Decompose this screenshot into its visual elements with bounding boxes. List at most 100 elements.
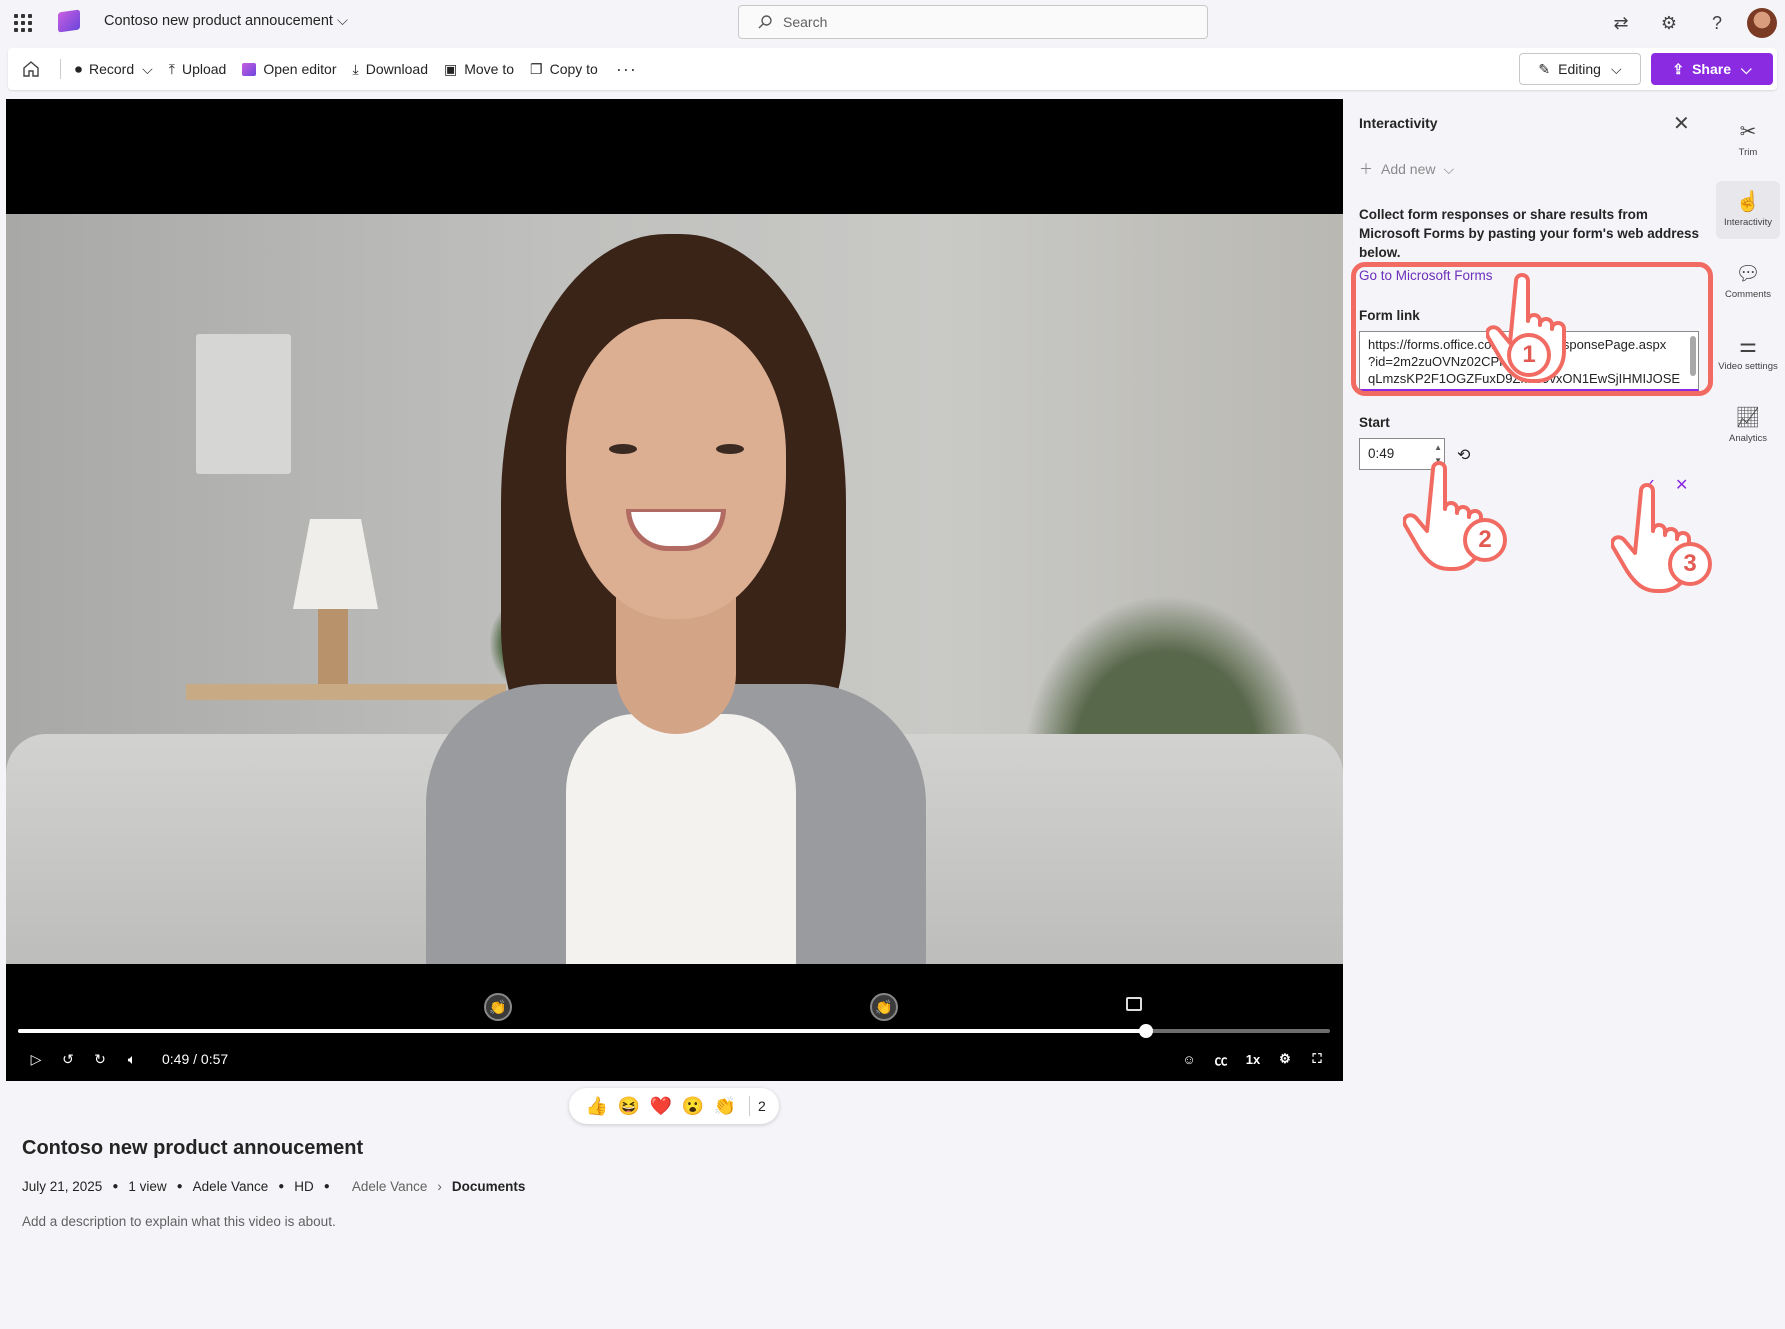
- settings-icon[interactable]: ⚙: [1269, 1051, 1301, 1067]
- add-new-button[interactable]: ＋ Add new ⌵: [1359, 159, 1454, 179]
- panel-description: Collect form responses or share results …: [1359, 207, 1700, 260]
- upload-date: July 21, 2025: [22, 1179, 103, 1194]
- home-icon: [23, 61, 39, 77]
- share-button[interactable]: ⇪ Share ⌵: [1651, 53, 1773, 85]
- feedback-icon[interactable]: ⇄: [1597, 3, 1645, 43]
- scene-lamp: [293, 519, 378, 609]
- move-to-button[interactable]: ▣ Move to: [436, 53, 522, 85]
- start-label: Start: [1359, 415, 1390, 430]
- speaker-coach-icon[interactable]: ☺: [1173, 1052, 1205, 1067]
- rail-item-trim[interactable]: ✂ Trim: [1716, 111, 1780, 169]
- right-rail: ✂ Trim ☝ Interactivity 💬︎ Comments ⚌ Video s…: [1713, 99, 1785, 1081]
- form-marker-icon[interactable]: [1126, 997, 1142, 1011]
- search-box[interactable]: Search: [738, 5, 1208, 39]
- clap-reaction-marker[interactable]: 👏: [484, 993, 512, 1021]
- interactivity-panel: Interactivity ✕ ＋ Add new ⌵ Collect form r…: [1343, 99, 1713, 1081]
- fullscreen-icon[interactable]: ⛶: [1301, 1051, 1333, 1067]
- progress-thumb[interactable]: [1139, 1024, 1154, 1038]
- volume-icon[interactable]: 🔈︎: [116, 1051, 148, 1068]
- toggle-settings-icon: ⚌: [1739, 335, 1757, 357]
- chevron-down-icon: ⌵: [1610, 60, 1622, 77]
- pencil-icon: ✎: [1538, 60, 1551, 77]
- separator-dot: ●: [112, 1181, 119, 1192]
- download-icon: ⤓: [352, 60, 359, 77]
- video-player[interactable]: 👏 👏 ▷ ↺ ↻ 🔈︎ 0:49 / 0:57 ☺ ㏄ 1x ⚙ ⛶: [6, 99, 1343, 1081]
- separator-dot: ●: [323, 1181, 330, 1192]
- chevron-down-icon: ⌵: [336, 13, 348, 29]
- chevron-right-icon: ›: [437, 1179, 442, 1194]
- document-title[interactable]: Contoso new product annoucement ⌵: [104, 13, 348, 29]
- rail-item-comments[interactable]: 💬︎ Comments: [1716, 253, 1780, 311]
- upload-icon: ⤒: [168, 60, 175, 77]
- time-display: 0:49 / 0:57: [162, 1051, 229, 1067]
- rail-item-analytics[interactable]: 📈︎ Analytics: [1716, 397, 1780, 455]
- video-title[interactable]: Contoso new product annoucement: [22, 1137, 363, 1160]
- clipchamp-icon: [242, 62, 257, 76]
- forward-10-icon[interactable]: ↻: [84, 1051, 116, 1068]
- upload-button[interactable]: ⤒ Upload: [161, 53, 235, 85]
- scene-wall-panel: [196, 334, 291, 474]
- player-controls-left: ▷ ↺ ↻ 🔈︎ 0:49 / 0:57: [20, 1045, 229, 1073]
- help-icon[interactable]: ?: [1693, 3, 1741, 43]
- command-bar: ⏺ Record ⌵ ⤒ Upload Open editor ⤓ Download ▣…: [8, 48, 1777, 90]
- cursor-click-icon: ☝: [1735, 191, 1761, 213]
- clap-reaction-marker[interactable]: 👏: [870, 993, 898, 1021]
- share-icon: ⇪: [1672, 60, 1685, 77]
- breadcrumb-owner[interactable]: Adele Vance: [352, 1179, 428, 1194]
- step-1-badge: 1: [1507, 333, 1551, 377]
- video-description[interactable]: Add a description to explain what this v…: [22, 1214, 336, 1229]
- play-icon[interactable]: ▷: [20, 1051, 52, 1068]
- open-editor-button[interactable]: Open editor: [234, 53, 344, 85]
- view-count: 1 view: [128, 1179, 167, 1194]
- divider: [60, 59, 61, 79]
- separator-dot: ●: [278, 1181, 285, 1192]
- progress-track[interactable]: [18, 1024, 1330, 1038]
- rail-item-video-settings[interactable]: ⚌ Video settings: [1716, 325, 1780, 383]
- comment-icon: 💬︎: [1735, 263, 1761, 285]
- thumbs-up-reaction-icon[interactable]: 👍: [581, 1096, 613, 1117]
- chevron-down-icon: ⌵: [1443, 160, 1455, 177]
- scene-person-shirt: [566, 714, 796, 964]
- playback-speed-button[interactable]: 1x: [1237, 1052, 1269, 1067]
- scene-person-face: [566, 319, 786, 619]
- top-icons: ⇄ ⚙ ?: [1597, 0, 1785, 46]
- settings-icon[interactable]: ⚙: [1645, 3, 1693, 43]
- heart-reaction-icon[interactable]: ❤️: [645, 1096, 677, 1117]
- close-icon[interactable]: ✕: [1673, 111, 1690, 136]
- separator-dot: ●: [176, 1181, 183, 1192]
- chevron-down-icon: ⌵: [1741, 60, 1752, 77]
- step-2-badge: 2: [1463, 518, 1507, 562]
- record-button[interactable]: ⏺ Record ⌵: [67, 53, 161, 85]
- move-icon: ▣: [443, 60, 458, 77]
- rail-item-interactivity[interactable]: ☝ Interactivity: [1716, 181, 1780, 239]
- top-bar: Contoso new product annoucement ⌵ Search…: [0, 0, 1785, 46]
- panel-title: Interactivity: [1359, 115, 1438, 131]
- progress-fill: [18, 1029, 1147, 1033]
- avatar[interactable]: [1747, 8, 1777, 38]
- copy-to-button[interactable]: ❐ Copy to: [522, 53, 606, 85]
- captions-icon[interactable]: ㏄: [1205, 1050, 1237, 1069]
- divider: [749, 1096, 750, 1116]
- quality-label: HD: [294, 1179, 314, 1194]
- scene-eye-right: [716, 444, 744, 454]
- surprised-reaction-icon[interactable]: 😮: [677, 1096, 709, 1117]
- breadcrumb-folder[interactable]: Documents: [452, 1179, 526, 1194]
- clap-reaction-icon[interactable]: 👏: [709, 1096, 741, 1117]
- rewind-10-icon[interactable]: ↺: [52, 1051, 84, 1068]
- app-launcher-icon[interactable]: [12, 12, 34, 34]
- home-button[interactable]: [8, 48, 54, 90]
- more-button[interactable]: ···: [606, 53, 647, 85]
- scissors-icon: ✂: [1739, 121, 1757, 143]
- reactions-bar: 👍 😆 ❤️ 😮 👏 2: [569, 1088, 779, 1124]
- download-button[interactable]: ⤓ Download: [345, 53, 436, 85]
- video-frame[interactable]: [6, 214, 1343, 964]
- search-icon: [758, 15, 772, 29]
- reaction-count[interactable]: 2: [758, 1098, 766, 1114]
- player-controls-right: ☺ ㏄ 1x ⚙ ⛶: [1173, 1045, 1333, 1073]
- author-name[interactable]: Adele Vance: [193, 1179, 269, 1194]
- record-icon: ⏺: [75, 60, 82, 77]
- scene-lamp-base: [318, 609, 348, 689]
- laugh-reaction-icon[interactable]: 😆: [613, 1096, 645, 1117]
- scene-shelf: [186, 684, 506, 700]
- editing-mode-button[interactable]: ✎ Editing ⌵: [1519, 53, 1641, 85]
